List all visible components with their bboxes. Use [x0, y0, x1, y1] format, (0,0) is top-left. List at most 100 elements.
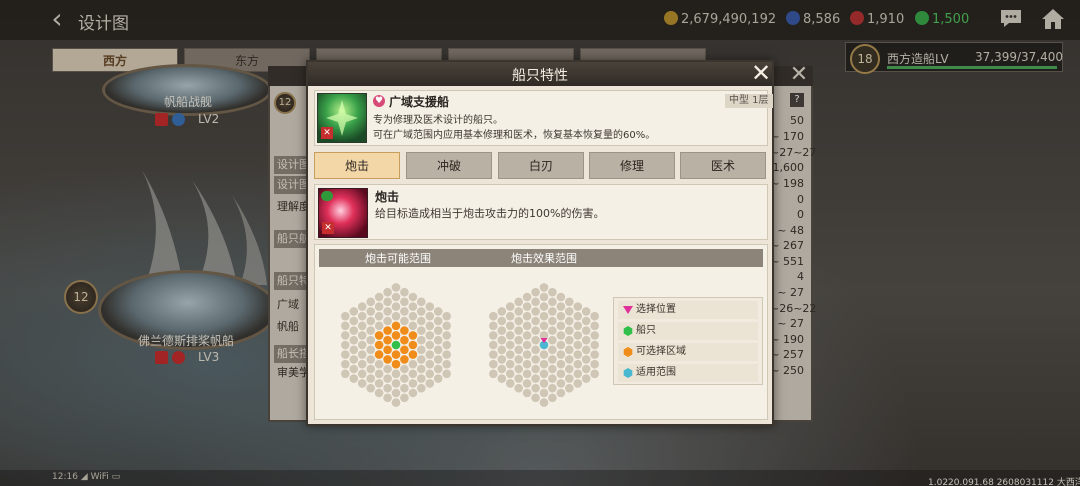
ship-description-line: 可在广域范围内应用基本修理和医术，恢复基本恢复量的60%。 — [373, 130, 656, 141]
hex-cell — [539, 311, 549, 321]
hex-cell — [505, 350, 515, 359]
skill-name: 炮击 — [375, 190, 400, 204]
hex-cell — [573, 321, 583, 331]
hex-cell — [531, 364, 540, 374]
hex-cell — [383, 345, 392, 355]
hex-cell — [408, 321, 418, 331]
hex-cell — [556, 359, 566, 369]
hex-cell — [497, 364, 507, 374]
hex-cell — [417, 345, 426, 355]
hex-cell — [433, 335, 443, 345]
possible-range-hex-grid — [341, 283, 451, 407]
hex-cell — [548, 287, 557, 297]
hex-cell — [581, 345, 591, 355]
legend-label: 船只 — [636, 325, 656, 336]
heart-icon: ♥ — [373, 95, 385, 107]
hex-cell — [548, 374, 557, 383]
hex-cell — [531, 345, 540, 355]
hex-cell — [531, 287, 540, 297]
hex-cell — [565, 326, 574, 335]
hex-cell — [366, 364, 375, 374]
hex-cell — [349, 355, 359, 364]
hex-cell — [400, 335, 409, 345]
hex-cell — [539, 283, 549, 292]
hex-cell — [539, 321, 549, 331]
hex-cell — [391, 283, 401, 292]
hex-cell — [383, 364, 392, 374]
hex-cell — [400, 345, 409, 355]
hex-cell — [433, 345, 443, 355]
hex-cell — [514, 307, 523, 316]
skill-description: 给目标造成相当于炮击攻击力的100%的伤害。 — [375, 207, 605, 220]
hex-cell — [531, 393, 540, 403]
hex-cell — [565, 355, 574, 364]
hex-cell — [514, 316, 523, 326]
hex-cell — [548, 316, 557, 326]
tab-medical[interactable]: 医术 — [680, 152, 766, 179]
hex-cell — [556, 350, 566, 359]
hex-cell — [548, 393, 557, 403]
hex-cell — [565, 383, 574, 393]
hex-cell — [366, 316, 375, 326]
hex-cell — [425, 331, 435, 340]
hex-cell — [548, 335, 557, 345]
hex-cell — [548, 345, 557, 355]
hex-cell — [581, 374, 591, 383]
hex-cell — [573, 340, 583, 350]
hex-cell — [341, 350, 350, 359]
tab-bombard[interactable]: 炮击 — [314, 152, 400, 179]
hex-cell — [522, 331, 532, 340]
hex-cell — [349, 374, 359, 383]
triangle-icon — [623, 306, 633, 314]
hex-cell — [425, 340, 435, 350]
legend-item-select-position: 选择位置 — [618, 301, 758, 319]
hex-cell — [531, 335, 540, 345]
hex-cell — [489, 321, 498, 331]
hex-cell — [442, 331, 451, 340]
hex-cell — [391, 340, 401, 350]
legend-item-ship: 船只 — [618, 322, 758, 340]
hex-cell — [374, 331, 384, 340]
skill-badge-icon — [321, 191, 333, 201]
hex-cell — [505, 340, 515, 350]
hex-cell — [489, 369, 498, 379]
close-icon[interactable]: ✕ — [750, 61, 772, 85]
hex-cell — [408, 369, 418, 379]
hex-cell — [366, 326, 375, 335]
hex-cell — [357, 331, 367, 340]
hex-cell — [505, 369, 515, 379]
hex-cell — [341, 311, 350, 321]
tab-repair[interactable]: 修理 — [589, 152, 675, 179]
hex-cell — [417, 307, 426, 316]
hex-cell — [374, 292, 384, 302]
hex-cell — [497, 335, 507, 345]
tab-ram[interactable]: 冲破 — [406, 152, 492, 179]
hex-cell — [548, 355, 557, 364]
hex-cell — [391, 292, 401, 302]
hex-cell — [417, 297, 426, 307]
hex-cell — [531, 383, 540, 393]
hex-cell — [539, 350, 549, 359]
tab-melee[interactable]: 白刃 — [498, 152, 584, 179]
hex-cell — [539, 292, 549, 302]
range-header: 炮击可能范围 炮击效果范围 — [319, 249, 763, 267]
hex-cell — [497, 374, 507, 383]
hex-cell — [590, 350, 599, 359]
hexagon-icon — [623, 347, 633, 357]
legend-label: 选择位置 — [636, 304, 676, 315]
hex-cell — [531, 297, 540, 307]
range-legend: 选择位置 船只 可选择区域 适用范围 — [613, 297, 763, 385]
hex-cell — [417, 355, 426, 364]
hex-cell — [391, 359, 401, 369]
possible-range-title: 炮击可能范围 — [365, 252, 431, 265]
effect-range-hex-grid — [489, 283, 599, 407]
hex-cell — [565, 335, 574, 345]
ship-size-badge: 中型 1层 — [725, 94, 773, 108]
hex-cell — [565, 307, 574, 316]
hex-cell — [400, 326, 409, 335]
hex-cell — [349, 307, 359, 316]
hex-cell — [366, 345, 375, 355]
hex-cell — [357, 311, 367, 321]
hex-cell — [573, 369, 583, 379]
hex-cell — [341, 369, 350, 379]
